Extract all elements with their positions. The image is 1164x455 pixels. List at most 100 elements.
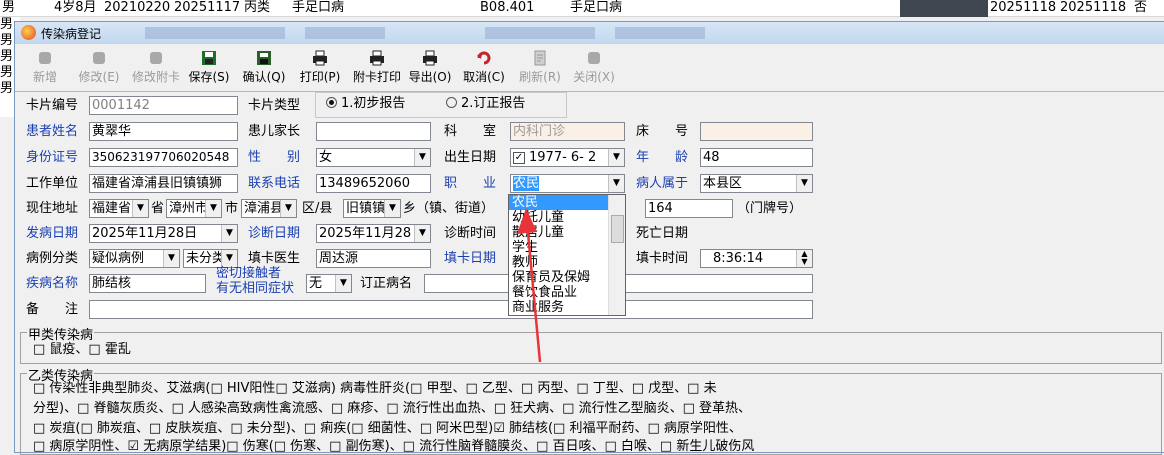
job-option[interactable]: 农民 bbox=[509, 195, 609, 210]
title-bar[interactable]: 传染病登记 bbox=[15, 22, 1164, 44]
county-select[interactable]: 漳浦县 ▼ bbox=[241, 199, 297, 218]
town-select[interactable]: 旧镇镇 ▼ bbox=[343, 199, 401, 218]
id-label: 身份证号 bbox=[26, 150, 79, 165]
bg-cell: 20251117 bbox=[174, 0, 241, 15]
disease-label: 疾病名称 bbox=[26, 276, 79, 291]
class-b-line-3[interactable]: □ 炭疽(□ 肺炭疽、□ 皮肤炭疽、□ 未分型)、□ 痢疾(□ 细菌性、□ 阿米… bbox=[33, 420, 742, 437]
province-select[interactable]: 福建省 ▼ bbox=[89, 199, 149, 218]
refresh-label: 刷新(R) bbox=[519, 70, 561, 84]
scrollbar-thumb[interactable] bbox=[611, 215, 624, 243]
house-number-field[interactable]: 164 bbox=[645, 199, 733, 218]
export-button[interactable]: 导出(O) bbox=[407, 50, 453, 85]
birth-checkbox[interactable]: ✓ bbox=[513, 151, 525, 164]
class-b-line-2[interactable]: 分型)、□ 脊髓灰质炎、□ 人感染高致病性禽流感、□ 麻疹、□ 流行性出血热、□… bbox=[33, 400, 751, 417]
app-icon bbox=[21, 25, 36, 40]
guardian-field[interactable] bbox=[316, 122, 431, 141]
class-a-options[interactable]: □ 鼠疫、□ 霍乱 bbox=[33, 341, 131, 358]
refresh-button[interactable]: 刷新(R) bbox=[517, 50, 563, 85]
job-dropdown-list[interactable]: 农民 幼托儿童 散居儿童 学生 教师 保育员及保姆 餐饮食品业 商业服务 bbox=[508, 194, 626, 316]
phone-label: 联系电话 bbox=[248, 176, 301, 191]
bg-cell: 20251118 bbox=[1060, 0, 1127, 15]
case-class-label: 病例分类 bbox=[26, 251, 79, 266]
onset-label: 发病日期 bbox=[26, 226, 79, 241]
city-select[interactable]: 漳州市 ▼ bbox=[166, 199, 222, 218]
chevron-down-icon[interactable]: ▼ bbox=[335, 275, 351, 292]
print-button[interactable]: 打印(P) bbox=[297, 50, 343, 85]
card-no-field[interactable]: 0001142 bbox=[89, 96, 238, 115]
radio-revised-report[interactable]: 2.订正报告 bbox=[446, 95, 525, 113]
save-label: 保存(S) bbox=[188, 70, 230, 84]
town-suffix: 乡（镇、街道） bbox=[403, 201, 495, 216]
case-class-select[interactable]: 疑似病例 ▼ bbox=[89, 249, 180, 268]
chevron-down-icon[interactable]: ▼ bbox=[414, 225, 430, 242]
chevron-down-icon[interactable]: ▼ bbox=[221, 250, 237, 267]
belong-label: 病人属于 bbox=[636, 176, 689, 191]
bg-cell: 丙类 bbox=[244, 0, 271, 15]
class-b-line-1[interactable]: □ 传染性非典型肺炎、艾滋病(□ HIV阳性□ 艾滋病) 病毒性肝炎(□ 甲型、… bbox=[33, 380, 717, 397]
class-b-line-4[interactable]: □ 病原学阴性、☑ 无病原学结果)□ 伤寒(□ 伤寒、□ 副伤寒)、□ 流行性脑… bbox=[33, 438, 754, 455]
doctor-field[interactable]: 周达源 bbox=[316, 249, 431, 268]
fill-time-spinner[interactable]: 8:36:14 ▲ ▼ bbox=[700, 249, 813, 268]
work-field[interactable]: 福建省漳浦县旧镇镇狮 bbox=[89, 174, 238, 193]
diag-date-picker[interactable]: 2025年11月28 ▼ bbox=[316, 224, 431, 243]
undo-icon bbox=[476, 50, 492, 66]
dropdown-scrollbar[interactable] bbox=[608, 195, 625, 315]
edit-label: 修改(E) bbox=[78, 70, 120, 84]
chevron-down-icon[interactable]: ▼ bbox=[608, 175, 624, 192]
contact-value: 无 bbox=[309, 276, 323, 291]
diag-date-value: 2025年11月28 bbox=[319, 226, 412, 241]
fill-time-value: 8:36:14 bbox=[713, 251, 764, 266]
radio-initial-report[interactable]: 1.初步报告 bbox=[326, 95, 405, 113]
bg-cell: 手足口病 bbox=[570, 0, 623, 15]
work-label: 工作单位 bbox=[26, 176, 79, 191]
id-field[interactable]: 350623197706020548 bbox=[89, 148, 238, 167]
age-field[interactable]: 48 bbox=[700, 148, 813, 167]
dept-field[interactable]: 内科门诊 bbox=[510, 122, 625, 141]
chevron-down-icon[interactable]: ▼ bbox=[384, 200, 400, 217]
remark-field[interactable] bbox=[89, 300, 813, 319]
chevron-down-icon[interactable]: ▼ bbox=[221, 225, 237, 242]
phone-field[interactable]: 13489652060 bbox=[316, 174, 431, 193]
diag-date-label: 诊断日期 bbox=[248, 226, 301, 241]
gender-select[interactable]: 女 ▼ bbox=[316, 148, 431, 167]
contact-select[interactable]: 无 ▼ bbox=[306, 274, 352, 293]
blurred-text bbox=[305, 27, 385, 39]
job-select[interactable]: 农民 ▼ bbox=[510, 174, 625, 193]
house-suffix: （门牌号） bbox=[737, 201, 803, 216]
patient-name-field[interactable]: 黄翠华 bbox=[89, 122, 238, 141]
onset-date-picker[interactable]: 2025年11月28日 ▼ bbox=[89, 224, 238, 243]
chevron-down-icon[interactable]: ▼ bbox=[796, 175, 812, 192]
chevron-down-icon[interactable]: ▼ bbox=[205, 200, 221, 217]
attachment-print-button[interactable]: 附卡打印 bbox=[349, 50, 405, 85]
edit-attachment-label: 修改附卡 bbox=[131, 70, 180, 84]
gender-label: 性 别 bbox=[248, 150, 301, 165]
chevron-down-icon[interactable]: ▼ bbox=[414, 149, 430, 166]
cancel-button[interactable]: 取消(C) bbox=[461, 50, 507, 85]
belong-value: 本县区 bbox=[703, 176, 743, 191]
printer-icon bbox=[369, 50, 385, 66]
bg-cell: 20251118 bbox=[990, 0, 1057, 15]
case-subclass-value: 未分类 bbox=[186, 251, 226, 266]
address-label: 现住地址 bbox=[26, 201, 79, 216]
province-value: 福建省 bbox=[92, 201, 132, 216]
bg-cell: 男 bbox=[2, 0, 16, 15]
spin-arrows-icon[interactable]: ▲ ▼ bbox=[796, 250, 812, 267]
bed-field[interactable] bbox=[700, 122, 813, 141]
edit-button[interactable]: 修改(E) bbox=[77, 50, 121, 85]
save-button[interactable]: 保存(S) bbox=[187, 50, 231, 85]
chevron-down-icon[interactable]: ▼ bbox=[163, 250, 179, 267]
close-button[interactable]: 关闭(X) bbox=[571, 50, 617, 85]
birth-date-picker[interactable]: ✓ 1977- 6- 2 ▼ bbox=[510, 148, 625, 167]
chevron-down-icon[interactable]: ▼ bbox=[608, 149, 624, 166]
confirm-icon bbox=[256, 50, 272, 66]
new-button[interactable]: 新增 bbox=[29, 50, 61, 85]
disease-field[interactable]: 肺结核 bbox=[89, 274, 206, 293]
chevron-down-icon[interactable]: ▼ bbox=[280, 200, 296, 217]
edit-attachment-button[interactable]: 修改附卡 bbox=[129, 50, 183, 85]
belong-select[interactable]: 本县区 ▼ bbox=[700, 174, 813, 193]
export-icon bbox=[422, 50, 438, 66]
bg-cell: 20210220 bbox=[104, 0, 171, 15]
printer-icon bbox=[312, 50, 328, 66]
chevron-down-icon[interactable]: ▼ bbox=[132, 200, 148, 217]
confirm-button[interactable]: 确认(Q) bbox=[241, 50, 287, 85]
